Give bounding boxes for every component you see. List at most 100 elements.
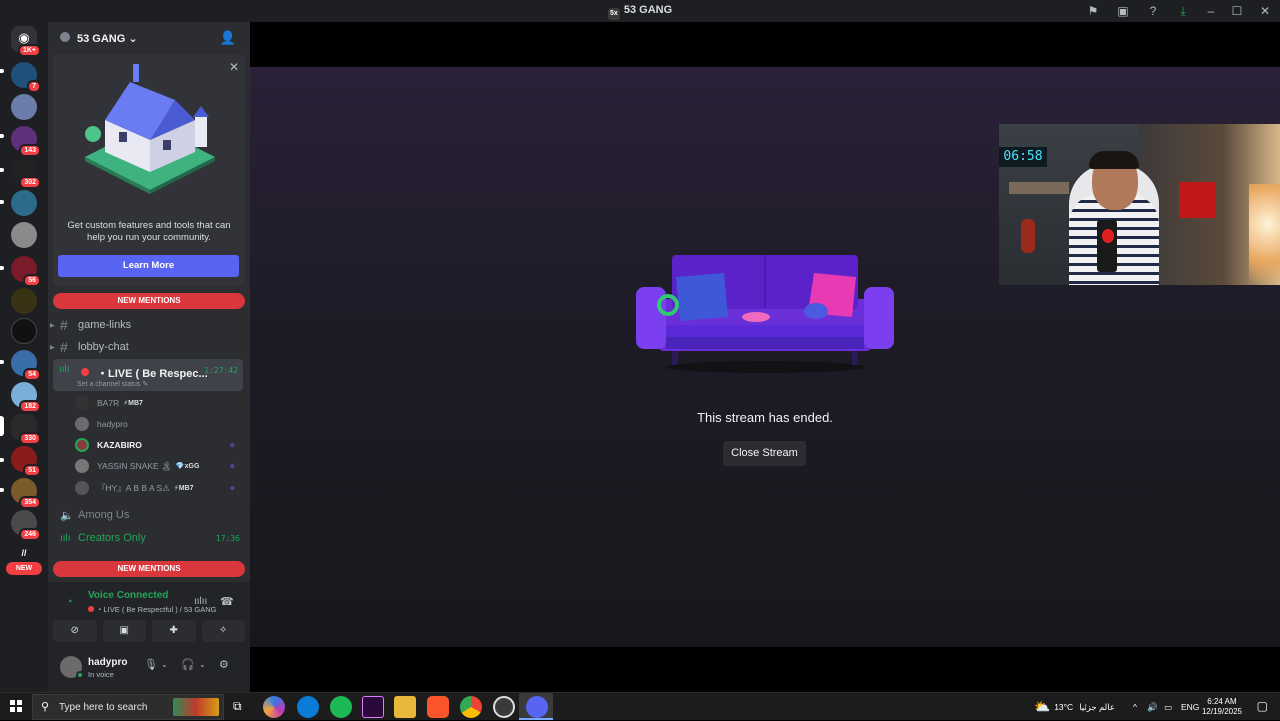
- title-bar: 5x 53 GANG ⚑ ▣ ? ⤓ – ☐ ✕: [0, 0, 1280, 22]
- voice-timer: 17:36: [215, 533, 240, 543]
- activity-icon: ◆: [229, 463, 235, 470]
- weather-widget[interactable]: ⛅ 13°C عالم جزئيا: [1034, 693, 1115, 721]
- live-indicator-icon: [81, 368, 89, 376]
- server-icon[interactable]: 354: [11, 478, 41, 509]
- microphone-icon[interactable]: 🎙: [144, 658, 158, 671]
- inbox-icon[interactable]: ▣: [1108, 4, 1138, 18]
- voice-channel-name: ・LIVE ( Be Respec...: [97, 368, 208, 380]
- maximize-button[interactable]: ☐: [1224, 4, 1250, 18]
- new-mentions-banner[interactable]: NEW MENTIONS: [53, 293, 245, 309]
- server-boost-promo: ✕ Get custom features and tools that can…: [53, 54, 245, 286]
- voice-user[interactable]: hadypro: [75, 415, 245, 433]
- server-icon[interactable]: 51: [11, 446, 41, 477]
- voice-user[interactable]: BA7R ⚡MB7: [75, 394, 245, 412]
- voice-activity-icon: ıılı: [59, 364, 70, 375]
- server-icon[interactable]: [11, 94, 37, 120]
- download-icon[interactable]: ⤓: [1168, 4, 1198, 19]
- spotify-icon[interactable]: [330, 696, 352, 718]
- voice-user[interactable]: KAZABIRO ◆: [75, 436, 245, 454]
- copilot-icon[interactable]: [263, 696, 285, 718]
- obs-icon[interactable]: [493, 696, 515, 718]
- show-hidden-icons[interactable]: ^: [1133, 693, 1137, 721]
- speaker-icon[interactable]: 🔊: [1147, 693, 1158, 721]
- voice-user[interactable]: YASSIN SNAKE 🏝 💎xGG ◆: [75, 457, 245, 475]
- close-stream-button[interactable]: Close Stream: [723, 441, 806, 466]
- close-button[interactable]: ✕: [1250, 4, 1280, 18]
- search-highlight-image: [173, 698, 219, 716]
- server-icon[interactable]: 56: [11, 256, 41, 287]
- server-icon[interactable]: [11, 222, 37, 248]
- chevron-down-icon[interactable]: ⌄: [161, 660, 168, 669]
- voice-user[interactable]: 『HY』A B B A S⚠ ⚡MB7 ◆: [75, 479, 245, 497]
- taskbar-clock[interactable]: 6:24 AM 12/19/2025: [1202, 697, 1242, 717]
- disconnect-icon[interactable]: ☎: [220, 595, 234, 608]
- server-icon[interactable]: [11, 318, 37, 344]
- notifications-icon[interactable]: ▢: [1257, 699, 1268, 713]
- taskbar-search[interactable]: ⚲ Type here to search: [32, 694, 224, 720]
- task-view-icon[interactable]: ⧉: [233, 699, 242, 714]
- server-icon[interactable]: 246: [11, 510, 41, 541]
- discord-icon: ◉: [18, 30, 30, 45]
- new-servers-badge[interactable]: NEW: [6, 562, 42, 575]
- server-list: ◉ 1K+ 7 143 302 56 54 182 330 51 354 246…: [0, 22, 48, 692]
- chevron-down-icon[interactable]: ⌄: [199, 660, 206, 669]
- file-explorer-icon[interactable]: [394, 696, 416, 718]
- threads-icon[interactable]: ⚑: [1078, 4, 1108, 18]
- active-server-icon[interactable]: 330: [11, 414, 41, 445]
- chrome-icon[interactable]: [460, 696, 482, 718]
- user-info[interactable]: hadypro In voice 🎙 ⌄ 🎧 ⌄ ⚙: [48, 651, 250, 691]
- learn-more-button[interactable]: Learn More: [58, 255, 239, 277]
- edge-icon[interactable]: [297, 696, 319, 718]
- direct-messages-icon[interactable]: ◉ 1K+: [11, 26, 41, 57]
- network-icon[interactable]: ▭: [1164, 693, 1172, 721]
- text-channel-icon: #: [60, 339, 68, 355]
- avatar: [75, 481, 89, 495]
- channel-creators-only[interactable]: ıılı Creators Only 17:36: [54, 528, 244, 548]
- close-icon[interactable]: ✕: [229, 60, 239, 74]
- server-header[interactable]: 53 GANG ⌄ 👤: [48, 22, 250, 54]
- weather-icon: ⛅: [1034, 699, 1051, 714]
- server-icon[interactable]: 7: [11, 62, 41, 93]
- avatar: [75, 417, 89, 431]
- language-indicator[interactable]: ENG: [1181, 693, 1199, 721]
- server-icon[interactable]: 143: [11, 126, 41, 157]
- server-icon[interactable]: [11, 190, 37, 216]
- settings-gear-icon[interactable]: ⚙: [219, 658, 229, 671]
- help-icon[interactable]: ?: [1138, 4, 1168, 18]
- voice-channel-live[interactable]: ıılı ・LIVE ( Be Respec... Set a channel …: [53, 359, 243, 391]
- caret-icon: ▶: [50, 344, 55, 351]
- voice-actions: ⊘ ▣ ✚ ✧: [53, 620, 245, 642]
- noise-suppression-icon[interactable]: ıılıı: [194, 596, 207, 607]
- new-mentions-banner[interactable]: NEW MENTIONS: [53, 561, 245, 577]
- discord-icon: [526, 696, 548, 718]
- screen-share-icon[interactable]: ▣: [102, 620, 146, 642]
- windows-start-icon[interactable]: [10, 700, 22, 712]
- server-icon[interactable]: 54: [11, 350, 41, 381]
- promo-text: Get custom features and tools that can h…: [67, 220, 231, 243]
- channel-game-links[interactable]: ▶ # game-links: [50, 315, 244, 335]
- server-badge-icon: [60, 32, 70, 42]
- signal-icon[interactable]: ◔: [66, 596, 73, 608]
- unread-badge: 1K+: [17, 44, 41, 57]
- brave-browser-icon[interactable]: [427, 696, 449, 718]
- activities-icon[interactable]: ✚: [152, 620, 196, 642]
- couch-illustration: [636, 255, 894, 373]
- channel-lobby-chat[interactable]: ▶ # lobby-chat: [50, 337, 244, 357]
- premiere-pro-icon[interactable]: [362, 696, 384, 718]
- camera-off-icon[interactable]: ⊘: [53, 620, 97, 642]
- voice-connected-label[interactable]: Voice Connected: [88, 590, 168, 601]
- desk-clock-display: 06:58: [999, 147, 1047, 167]
- server-icon[interactable]: 302: [11, 158, 41, 189]
- invite-people-icon[interactable]: 👤: [220, 30, 236, 46]
- minimize-button[interactable]: –: [1198, 4, 1224, 18]
- avatar: [75, 438, 89, 452]
- headphones-icon[interactable]: 🎧: [181, 658, 195, 671]
- text-channel-icon: #: [60, 317, 68, 333]
- discord-taskbar-button[interactable]: [519, 693, 553, 720]
- channel-among-us[interactable]: 🔈 Among Us: [54, 505, 244, 525]
- server-icon[interactable]: 182: [11, 382, 41, 413]
- avatar: [75, 459, 89, 473]
- channel-status[interactable]: Set a channel status ✎: [77, 380, 148, 388]
- soundboard-icon[interactable]: ✧: [201, 620, 245, 642]
- server-icon[interactable]: [11, 288, 37, 314]
